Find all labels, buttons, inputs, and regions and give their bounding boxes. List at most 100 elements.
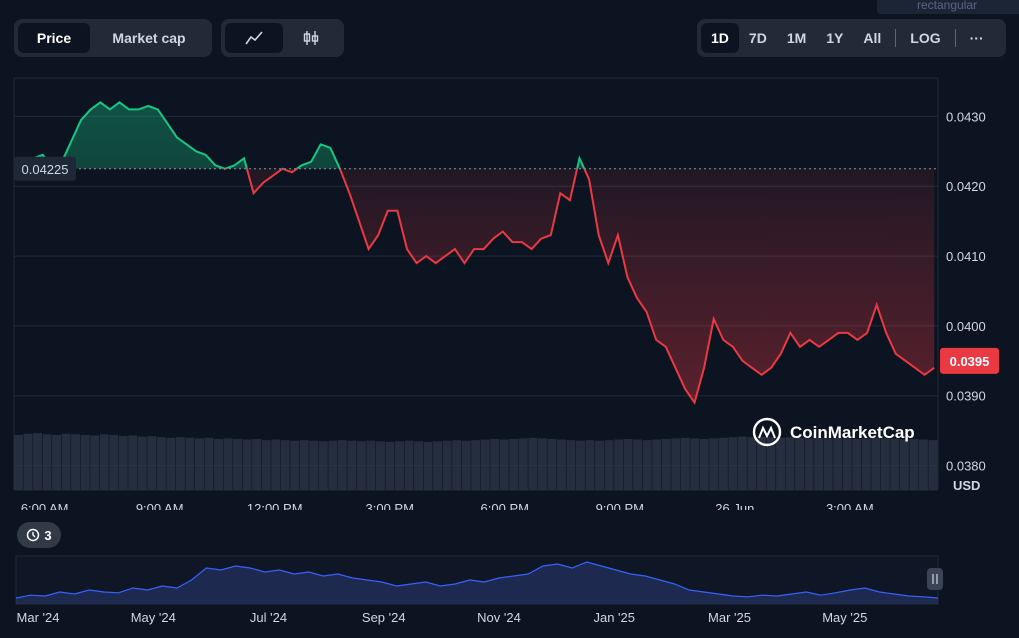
price-area <box>14 102 935 403</box>
volume-bar <box>356 441 366 490</box>
volume-bar <box>623 438 633 490</box>
y-tick-label: 0.0430 <box>946 109 986 124</box>
volume-bar <box>99 434 109 490</box>
volume-bar <box>318 441 328 490</box>
watermark-text: CoinMarketCap <box>790 423 915 442</box>
volume-bar <box>633 439 643 490</box>
x-tick-label: 12:00 PM <box>247 501 303 510</box>
volume-bar <box>861 438 871 490</box>
navigator-handle-box[interactable] <box>927 568 943 590</box>
volume-bar <box>14 434 23 490</box>
range-navigator[interactable]: Mar '24 May '24 Jul '24 Sep '24 Nov '24 Jan '… <box>0 548 1019 638</box>
volume-bar <box>461 440 471 490</box>
volume-bar <box>299 440 309 490</box>
x-tick-label: 9:00 AM <box>136 501 184 510</box>
volume-bar <box>414 441 424 490</box>
volume-bar <box>233 438 243 490</box>
volume-bar <box>499 439 509 490</box>
volume-bar <box>871 437 881 490</box>
volume-bar <box>614 439 624 490</box>
volume-bar <box>452 440 462 490</box>
volume-bar <box>271 439 281 490</box>
volume-bar <box>185 437 195 490</box>
volume-bar <box>823 438 833 490</box>
navigator-tick-label: Nov '24 <box>477 610 521 625</box>
currency-label: USD <box>953 478 980 493</box>
volume-bar <box>347 440 357 490</box>
volume-bar <box>204 437 214 490</box>
volume-bar <box>890 438 900 490</box>
navigator-tick-label: Mar '25 <box>708 610 751 625</box>
volume-bar <box>852 438 862 490</box>
volume-bar <box>71 434 81 490</box>
x-tick-label: 26 Jun <box>715 501 754 510</box>
volume-bar <box>718 437 728 490</box>
volume-bar <box>290 440 300 490</box>
volume-bar <box>795 437 805 490</box>
volume-bar <box>242 439 252 490</box>
volume-bar <box>528 437 538 490</box>
volume-bar <box>595 440 604 490</box>
volume-bar <box>671 438 681 490</box>
current-price-text: 0.0395 <box>950 354 990 369</box>
navigator-tick-label: May '25 <box>822 610 867 625</box>
volume-bar <box>366 440 376 490</box>
volume-bar <box>309 440 319 490</box>
volume-bar <box>109 434 119 490</box>
y-tick-label: 0.0400 <box>946 319 986 334</box>
volume-bar <box>147 436 157 490</box>
volume-bar <box>909 438 919 490</box>
baseline-label: 0.04225 <box>14 156 76 181</box>
volume-bar <box>156 437 166 490</box>
volume-bar <box>556 439 566 490</box>
y-tick-label: 0.0390 <box>946 389 986 404</box>
current-price-label: 0.0395 <box>940 347 999 374</box>
volume-bar <box>699 438 709 490</box>
volume-bar <box>490 438 500 490</box>
volume-bar <box>61 433 71 490</box>
volume-bar <box>918 439 928 490</box>
volume-bar <box>80 434 90 490</box>
volume-bar <box>33 433 42 490</box>
history-badge[interactable]: 3 <box>17 522 61 548</box>
volume-bar <box>747 437 757 490</box>
x-tick-label: 3:00 AM <box>826 501 874 510</box>
volume-bar <box>404 440 414 490</box>
volume-bar <box>566 440 576 490</box>
volume-bar <box>194 438 204 490</box>
volume-bar <box>442 440 452 490</box>
volume-bar <box>728 437 738 490</box>
x-tick-label: 3:00 PM <box>366 501 414 510</box>
volume-bar <box>90 435 100 490</box>
volume-bar <box>928 440 938 490</box>
navigator-handle[interactable] <box>927 568 943 590</box>
volume-bar <box>137 436 147 490</box>
volume-bar <box>709 438 719 490</box>
volume-bar <box>804 438 814 490</box>
volume-bar <box>537 438 547 490</box>
volume-bar <box>328 440 338 490</box>
x-tick-label: 6:00 AM <box>21 501 69 510</box>
volume-bar <box>737 436 747 490</box>
volume-bar <box>509 438 519 490</box>
x-tick-label: 9:00 PM <box>596 501 644 510</box>
volume-bar <box>547 438 557 490</box>
navigator-tick-label: Jan '25 <box>593 610 635 625</box>
y-tick-label: 0.0420 <box>946 179 986 194</box>
history-icon <box>27 528 40 542</box>
navigator-tick-label: May '24 <box>131 610 176 625</box>
volume-bar <box>423 441 433 490</box>
volume-bar <box>690 438 700 490</box>
navigator-tick-label: Sep '24 <box>362 610 406 625</box>
volume-bar <box>776 437 785 490</box>
x-tick-label: 6:00 PM <box>481 501 529 510</box>
navigator-series <box>15 555 939 605</box>
volume-bar <box>604 440 614 490</box>
baseline-label-text: 0.04225 <box>22 162 69 177</box>
volume-bar <box>128 435 138 490</box>
volume-bar <box>252 438 262 490</box>
price-chart[interactable]: 0.0430 0.0420 0.0410 0.0400 0.0390 0.0380 USD 6… <box>0 0 1019 510</box>
volume-bar <box>42 434 52 490</box>
history-count: 3 <box>44 527 52 543</box>
volume-bar <box>395 441 404 490</box>
